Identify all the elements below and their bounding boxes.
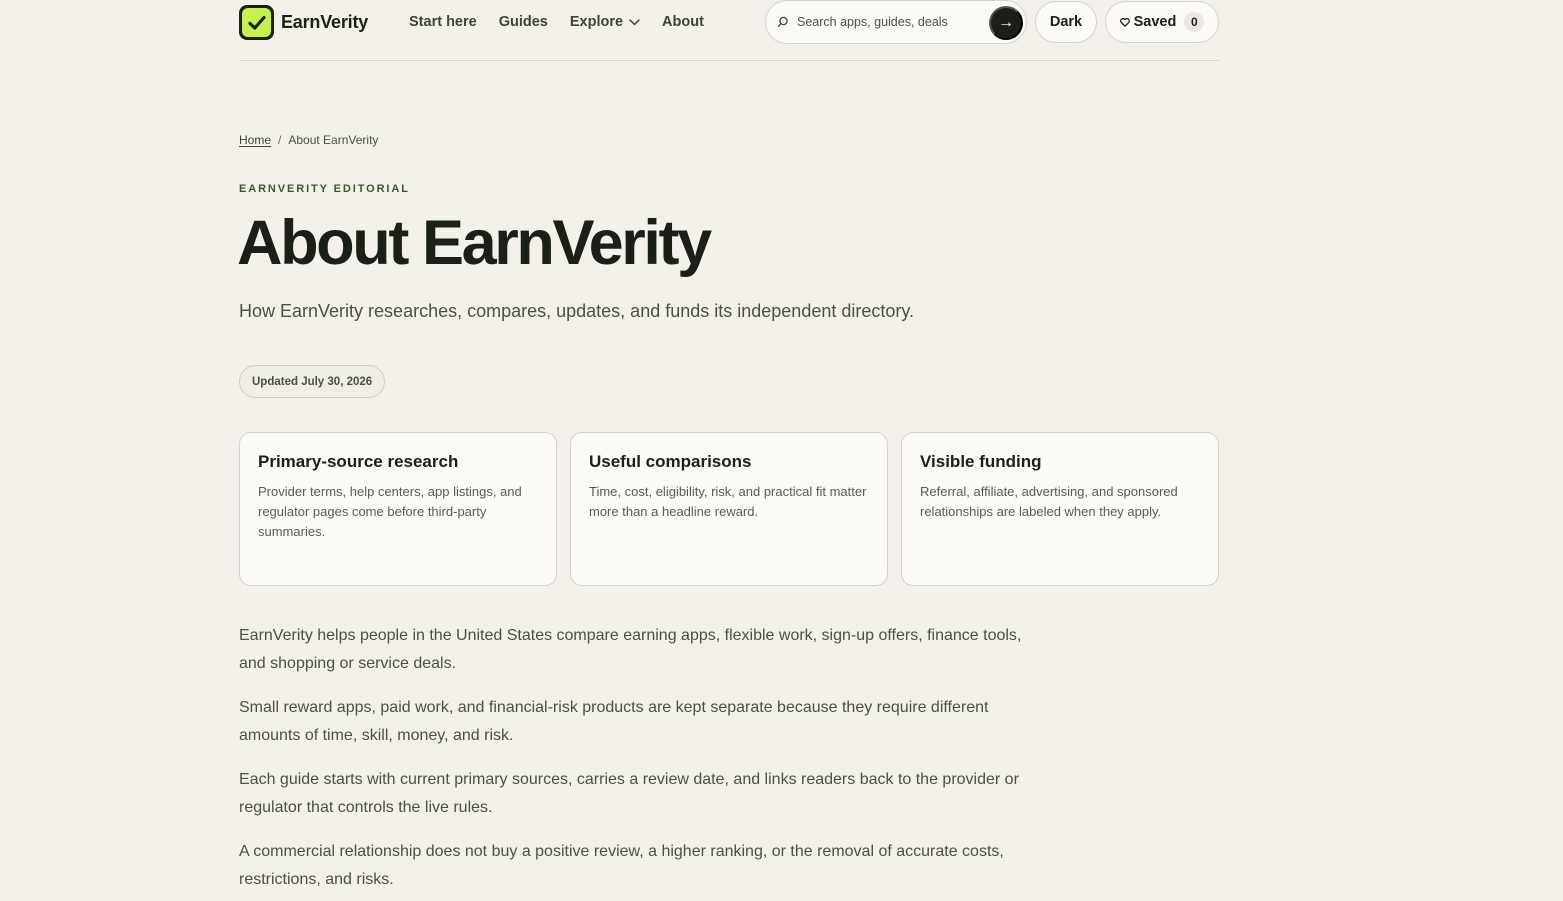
breadcrumb-home-link[interactable]: Home xyxy=(239,133,271,147)
nav-about[interactable]: About xyxy=(662,14,704,30)
nav-explore-label: Explore xyxy=(569,14,624,30)
heart-icon xyxy=(1119,17,1130,27)
search-submit-button[interactable]: → xyxy=(989,6,1023,40)
nav-explore[interactable]: Explore xyxy=(570,14,640,30)
saved-label: Saved xyxy=(1133,14,1177,30)
principles-cards: Primary-source research Provider terms, … xyxy=(239,432,1219,586)
body-paragraph: A commercial relationship does not buy a… xyxy=(239,843,1004,888)
main-nav: Start here Guides Explore About xyxy=(409,14,726,30)
checkmark-logo-icon xyxy=(239,5,274,40)
updated-date-badge: Updated July 30, 2026 xyxy=(239,365,386,398)
breadcrumb-current: About EarnVerity xyxy=(288,133,379,147)
nav-guides[interactable]: Guides xyxy=(499,14,548,30)
section-eyebrow: EARNVERITY EDITORIAL xyxy=(239,183,410,195)
card-useful-comparisons: Useful comparisons Time, cost, eligibili… xyxy=(570,432,888,586)
saved-button[interactable]: Saved 0 xyxy=(1105,1,1219,43)
about-body-text: EarnVerity helps people in the United St… xyxy=(239,622,1039,901)
card-title: Useful comparisons xyxy=(589,452,752,471)
card-title: Primary-source research xyxy=(258,452,459,471)
page-wrapper: EarnVerity Start here Guides Explore Abo… xyxy=(237,0,1219,888)
card-primary-source-research: Primary-source research Provider terms, … xyxy=(239,432,557,586)
card-text: Time, cost, eligibility, risk, and pract… xyxy=(589,484,867,519)
search-input[interactable] xyxy=(797,15,977,29)
body-paragraph: EarnVerity helps people in the United St… xyxy=(239,627,1022,672)
site-header: EarnVerity Start here Guides Explore Abo… xyxy=(239,0,1219,61)
search-icon xyxy=(777,16,789,28)
body-paragraph: Small reward apps, paid work, and financ… xyxy=(239,699,989,744)
search-box: → xyxy=(765,0,1027,44)
brand-name: EarnVerity xyxy=(281,12,369,32)
dark-mode-toggle[interactable]: Dark xyxy=(1035,1,1097,43)
nav-start-here[interactable]: Start here xyxy=(409,14,477,30)
body-paragraph: Each guide starts with current primary s… xyxy=(239,771,1019,816)
arrow-right-icon: → xyxy=(998,14,1014,31)
card-title: Visible funding xyxy=(920,452,1042,471)
page-subtitle: How EarnVerity researches, compares, upd… xyxy=(239,301,915,321)
saved-count-badge: 0 xyxy=(1184,12,1205,32)
breadcrumb: Home / About EarnVerity xyxy=(239,133,378,147)
brand-logo-link[interactable]: EarnVerity xyxy=(239,5,368,40)
breadcrumb-separator: / xyxy=(278,133,282,147)
card-visible-funding: Visible funding Referral, affiliate, adv… xyxy=(901,432,1219,586)
chevron-down-icon xyxy=(629,18,640,26)
page-title: About EarnVerity xyxy=(237,208,712,278)
card-text: Referral, affiliate, advertising, and sp… xyxy=(920,484,1178,519)
card-text: Provider terms, help centers, app listin… xyxy=(258,484,522,539)
